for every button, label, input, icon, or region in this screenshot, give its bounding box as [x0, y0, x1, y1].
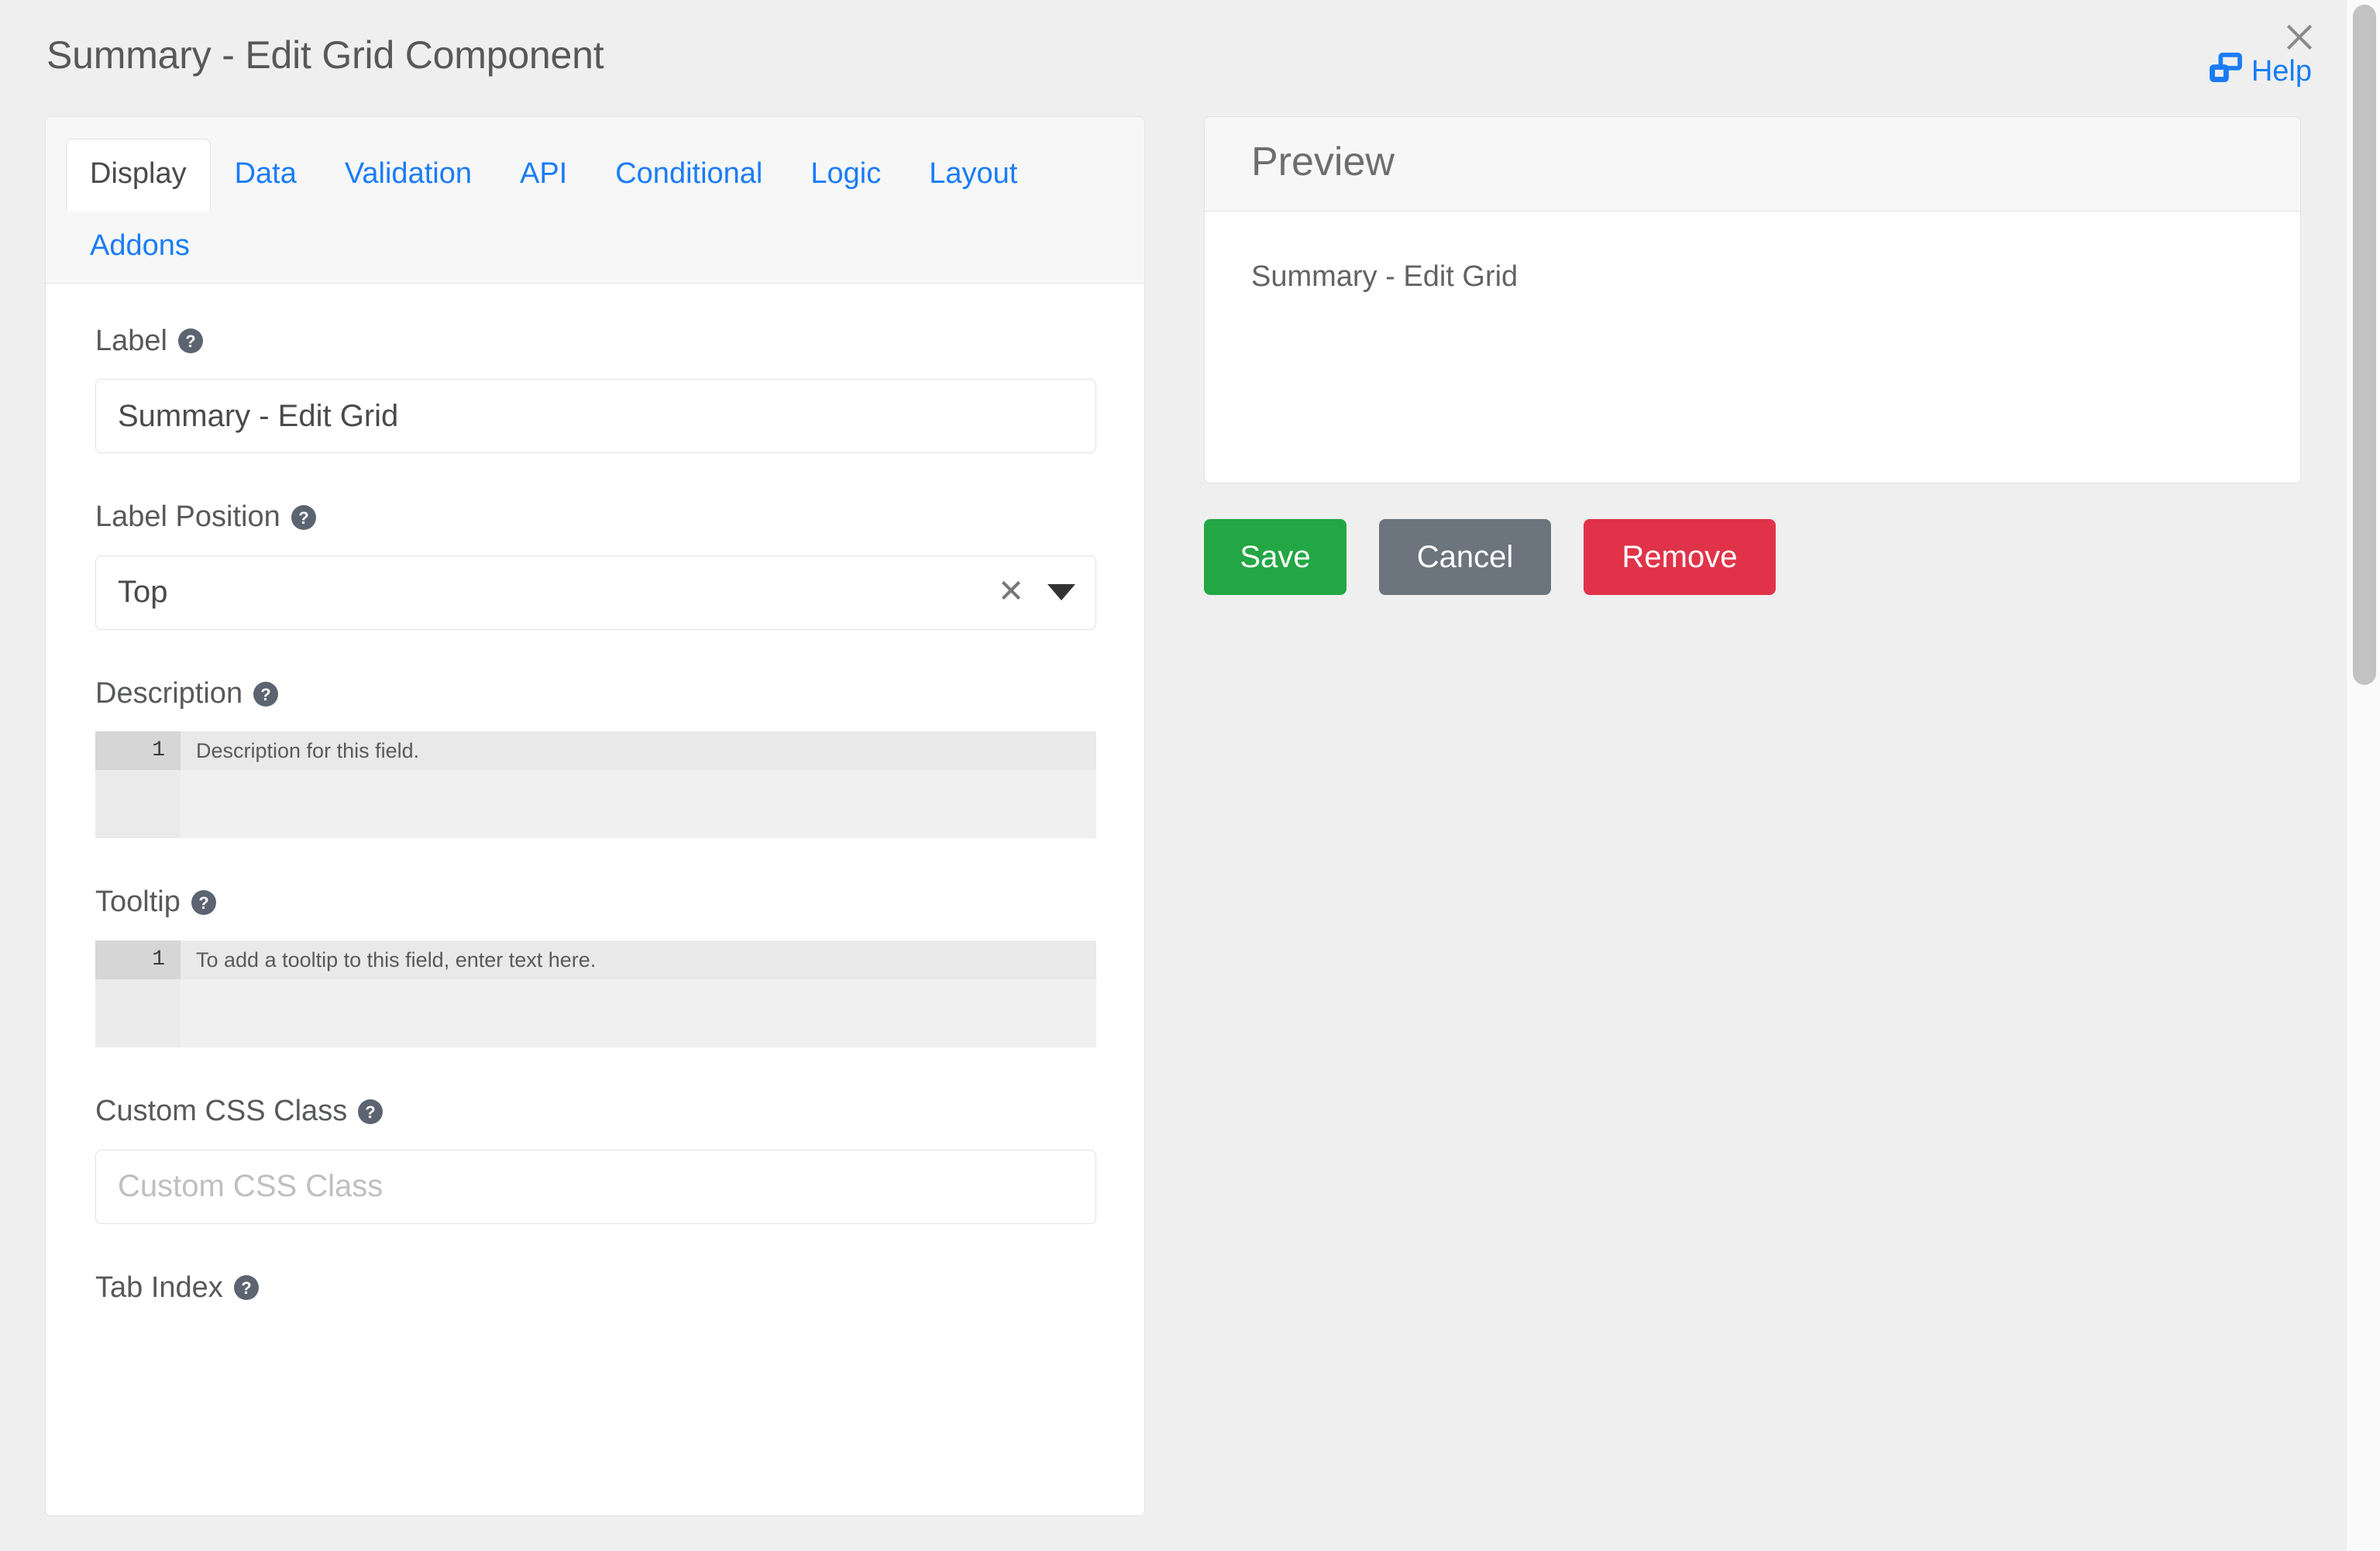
- description-form-group: Description ? 1 Description for this fie…: [95, 676, 1096, 839]
- question-mark-icon[interactable]: ?: [191, 890, 216, 916]
- tooltip-label-text: Tooltip: [95, 886, 181, 919]
- cancel-button[interactable]: Cancel: [1379, 519, 1551, 596]
- description-placeholder: Description for this field.: [181, 731, 1096, 771]
- tab-conditional[interactable]: Conditional: [591, 139, 786, 212]
- help-link-label: Help: [2251, 54, 2312, 88]
- custom-css-class-field-label: Custom CSS Class ?: [95, 1094, 1095, 1130]
- tab-data[interactable]: Data: [211, 139, 321, 212]
- description-field-label: Description ?: [95, 676, 1095, 712]
- help-link[interactable]: Help: [2209, 53, 2312, 90]
- tab-index-label-text: Tab Index: [95, 1271, 223, 1304]
- label-position-select[interactable]: Top: [95, 555, 1096, 630]
- clear-x-icon[interactable]: [998, 577, 1024, 607]
- preview-card: Preview Summary - Edit Grid: [1204, 116, 2301, 484]
- tab-api[interactable]: API: [496, 139, 591, 212]
- preview-column: Preview Summary - Edit Grid Save Cancel …: [1204, 116, 2301, 596]
- description-lines: Description for this field.: [181, 731, 1096, 838]
- tab-bar: Display Data Validation API Conditional …: [46, 117, 1144, 284]
- description-gutter: 1: [95, 731, 181, 839]
- custom-css-class-label-text: Custom CSS Class: [95, 1094, 348, 1127]
- chevron-down-icon[interactable]: [1047, 584, 1075, 601]
- description-line-number: 1: [95, 731, 181, 771]
- remove-button[interactable]: Remove: [1584, 519, 1776, 596]
- tooltip-field-label: Tooltip ?: [95, 885, 1095, 920]
- modal-dialog: Summary - Edit Grid Component Help Displ…: [0, 0, 2346, 1551]
- preview-header: Preview: [1205, 117, 2300, 212]
- label-form-group: Label ?: [95, 324, 1096, 454]
- label-field-label-text: Label: [95, 324, 167, 357]
- svg-text:?: ?: [241, 1278, 251, 1298]
- tooltip-gutter: 1: [95, 940, 181, 1047]
- external-window-icon: [2209, 53, 2242, 90]
- label-position-field-label: Label Position ?: [95, 500, 1095, 535]
- page-title: Summary - Edit Grid Component: [46, 33, 604, 77]
- settings-column: Display Data Validation API Conditional …: [45, 116, 1145, 1516]
- tab-index-form-group: Tab Index ?: [95, 1271, 1095, 1306]
- tooltip-code-editor[interactable]: 1 To add a tooltip to this field, enter …: [95, 940, 1096, 1047]
- tab-index-field-label: Tab Index ?: [95, 1271, 1095, 1306]
- custom-css-class-input[interactable]: [95, 1149, 1096, 1224]
- tab-display[interactable]: Display: [66, 139, 211, 212]
- select-tools: [998, 556, 1075, 629]
- modal-body: Display Data Validation API Conditional …: [0, 116, 2346, 1516]
- preview-field-label: Summary - Edit Grid: [1251, 260, 1518, 294]
- description-code-editor[interactable]: 1 Description for this field.: [95, 731, 1096, 839]
- preview-title: Preview: [1251, 139, 1395, 184]
- question-mark-icon[interactable]: ?: [358, 1099, 383, 1124]
- vertical-scrollbar[interactable]: [2346, 0, 2380, 1551]
- action-button-row: Save Cancel Remove: [1204, 519, 2301, 596]
- scrollbar-thumb[interactable]: [2353, 5, 2376, 685]
- label-position-form-group: Label Position ? Top: [95, 500, 1096, 630]
- tooltip-lines: To add a tooltip to this field, enter te…: [181, 940, 1096, 1047]
- tooltip-form-group: Tooltip ? 1 To add a tooltip to this fie…: [95, 885, 1096, 1047]
- tab-validation[interactable]: Validation: [321, 139, 496, 212]
- question-mark-icon[interactable]: ?: [291, 504, 316, 530]
- tooltip-placeholder: To add a tooltip to this field, enter te…: [181, 940, 1096, 979]
- label-field-label: Label ?: [95, 324, 1095, 359]
- settings-card: Display Data Validation API Conditional …: [45, 116, 1145, 1516]
- custom-css-class-form-group: Custom CSS Class ?: [95, 1094, 1096, 1224]
- question-mark-icon[interactable]: ?: [177, 328, 203, 354]
- save-button[interactable]: Save: [1204, 519, 1346, 596]
- label-position-selected-value: Top: [118, 575, 168, 610]
- svg-text:?: ?: [260, 685, 270, 704]
- tab-addons[interactable]: Addons: [66, 211, 214, 284]
- modal-header: Summary - Edit Grid Component Help: [0, 0, 2346, 116]
- svg-text:?: ?: [365, 1102, 375, 1122]
- svg-text:?: ?: [198, 893, 208, 913]
- label-position-label-text: Label Position: [95, 500, 280, 534]
- svg-text:?: ?: [185, 332, 195, 351]
- label-input[interactable]: [95, 379, 1096, 454]
- tab-logic[interactable]: Logic: [786, 139, 905, 212]
- question-mark-icon[interactable]: ?: [253, 681, 279, 707]
- question-mark-icon[interactable]: ?: [233, 1275, 259, 1301]
- tab-layout[interactable]: Layout: [905, 139, 1041, 212]
- display-tab-panel: Label ? Labe: [46, 283, 1144, 1515]
- svg-text:?: ?: [298, 508, 308, 528]
- preview-body: Summary - Edit Grid: [1205, 212, 2300, 483]
- description-label-text: Description: [95, 676, 243, 710]
- tooltip-line-number: 1: [95, 940, 181, 979]
